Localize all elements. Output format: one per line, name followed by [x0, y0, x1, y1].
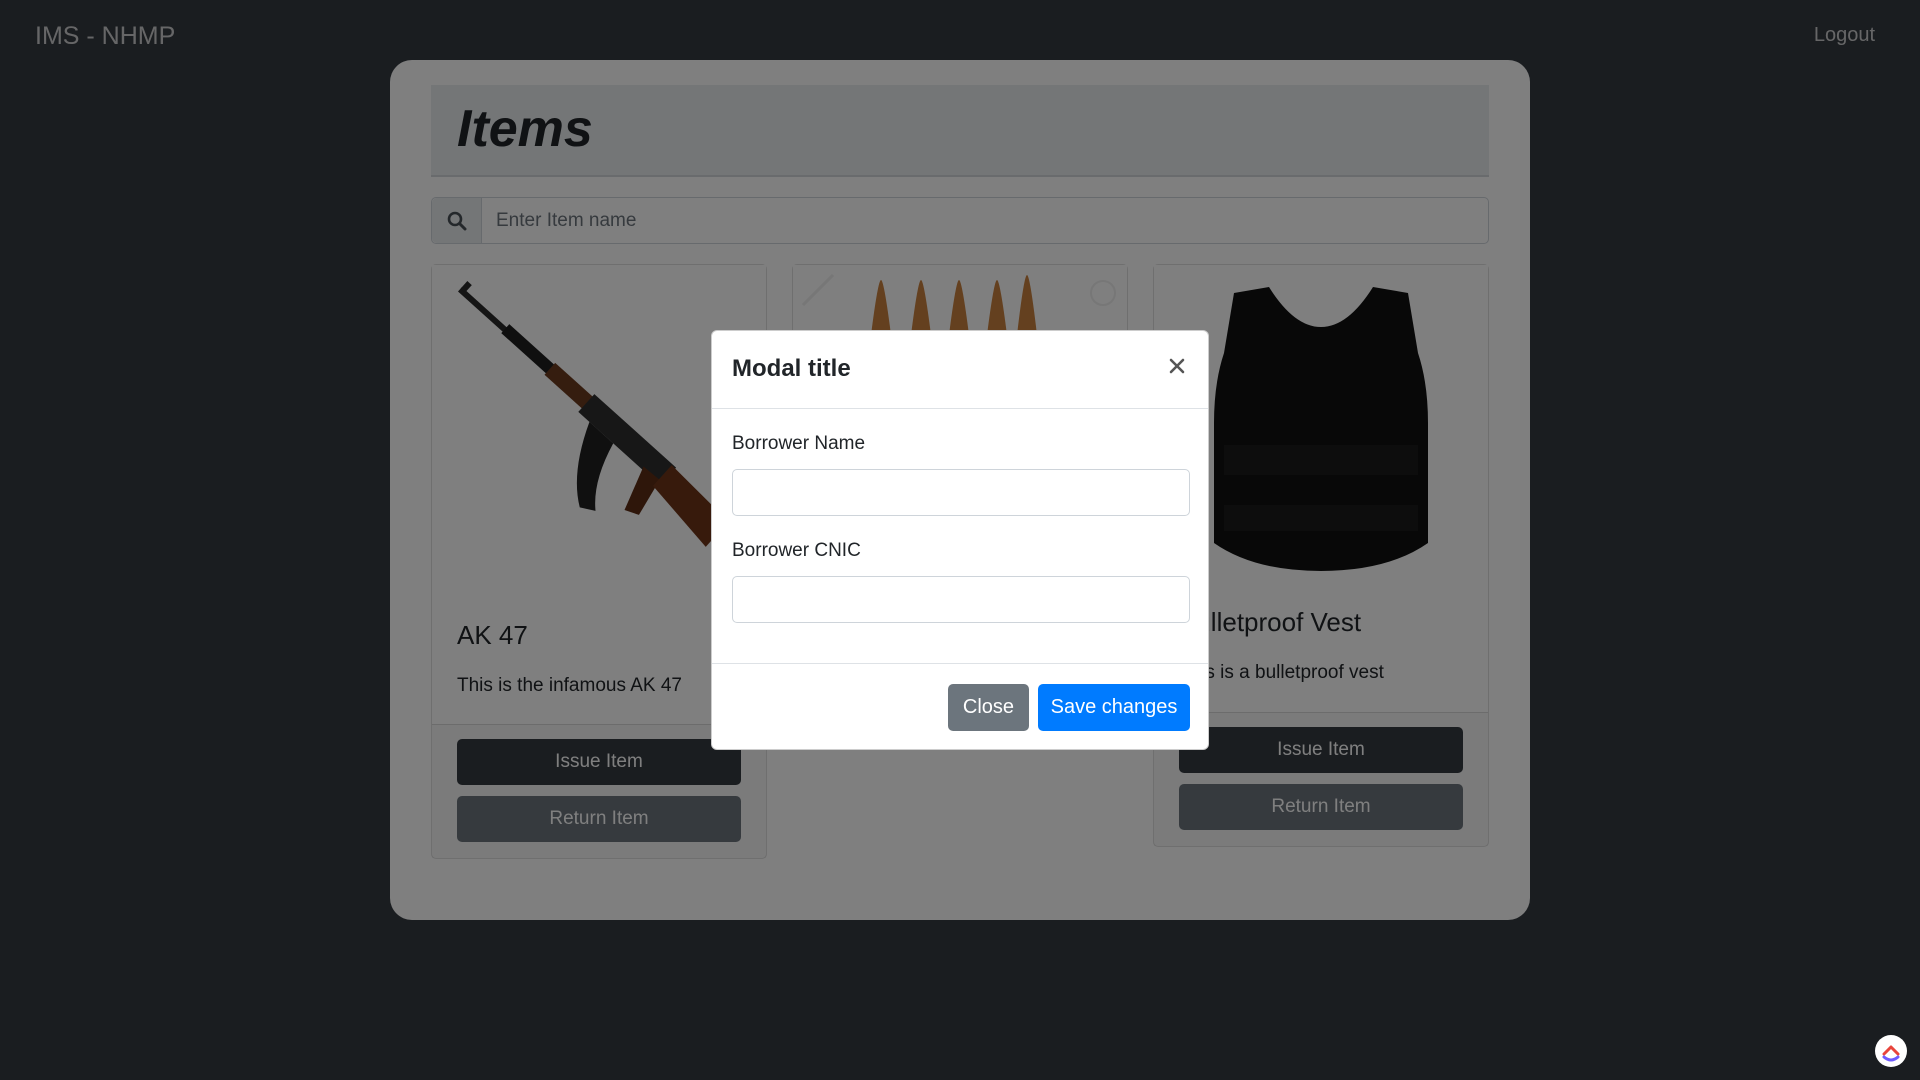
- modal-body: Borrower Name Borrower CNIC: [712, 409, 1208, 693]
- modal-title: Modal title: [732, 355, 851, 382]
- save-changes-button[interactable]: Save changes: [1038, 684, 1190, 731]
- borrower-name-label: Borrower Name: [732, 433, 866, 454]
- borrower-cnic-label: Borrower CNIC: [732, 540, 861, 561]
- borrower-name-input[interactable]: [732, 469, 1190, 516]
- borrower-cnic-input[interactable]: [732, 576, 1190, 623]
- modal-header: Modal title: [712, 331, 1208, 409]
- close-button[interactable]: Close: [948, 684, 1029, 731]
- floating-widget-icon[interactable]: [1875, 1035, 1907, 1067]
- borrower-modal: Modal title Borrower Name Borrower CNIC …: [711, 330, 1209, 750]
- modal-footer: Close Save changes: [712, 663, 1208, 749]
- close-icon[interactable]: [1166, 355, 1188, 377]
